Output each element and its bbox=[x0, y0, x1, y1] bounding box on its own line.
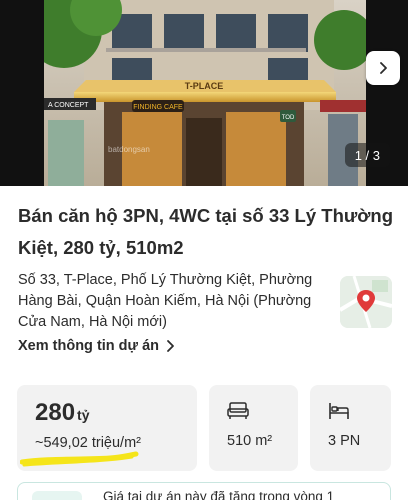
chevron-right-icon bbox=[380, 62, 387, 74]
price-trend-text: Giá tại dự án này đã tăng trong vòng 1 bbox=[103, 489, 335, 500]
price-per-m2: ~549,02 triệu/m² bbox=[35, 435, 141, 451]
area-card: 510 m² bbox=[209, 385, 298, 471]
gallery-left-bar bbox=[0, 0, 44, 186]
bedroom-value: 3 PN bbox=[328, 433, 361, 449]
price-value: 280 tỷ bbox=[35, 399, 90, 427]
map-thumbnail[interactable] bbox=[340, 276, 392, 328]
building-sign: T-PLACE bbox=[185, 81, 224, 91]
project-info-link[interactable]: Xem thông tin dự án bbox=[18, 338, 177, 354]
map-pin-icon bbox=[340, 276, 392, 328]
price-trend-banner[interactable]: Giá tại dự án này đã tăng trong vòng 1 bbox=[17, 482, 391, 500]
watermark: batdongsan bbox=[108, 145, 150, 154]
listing-address: Số 33, T-Place, Phố Lý Thường Kiệt, Phườ… bbox=[18, 272, 313, 330]
area-value: 510 m² bbox=[227, 433, 273, 449]
sofa-icon bbox=[227, 402, 249, 419]
highlight-mark bbox=[20, 451, 139, 467]
next-photo-button[interactable] bbox=[366, 51, 400, 85]
tod-sign: TOD bbox=[282, 115, 295, 121]
price-unit: tỷ bbox=[77, 407, 90, 423]
listing-photo: FINDING CAFE T-PLACE A CONCEPT TOD batdo… bbox=[44, 0, 366, 186]
project-info-label: Xem thông tin dự án bbox=[18, 338, 159, 354]
price-number: 280 bbox=[35, 399, 76, 426]
chevron-right-icon bbox=[167, 340, 174, 352]
concept-sign: A CONCEPT bbox=[48, 102, 89, 109]
listing-title: Bán căn hộ 3PN, 4WC tại số 33 Lý Thường … bbox=[18, 205, 394, 258]
cafe-sign: FINDING CAFE bbox=[133, 104, 183, 111]
trend-icon bbox=[32, 491, 82, 500]
photo-counter: 1 / 3 bbox=[344, 143, 390, 167]
photo-gallery[interactable]: FINDING CAFE T-PLACE A CONCEPT TOD batdo… bbox=[0, 0, 408, 186]
bed-icon bbox=[329, 403, 349, 419]
bedroom-card: 3 PN bbox=[310, 385, 391, 471]
